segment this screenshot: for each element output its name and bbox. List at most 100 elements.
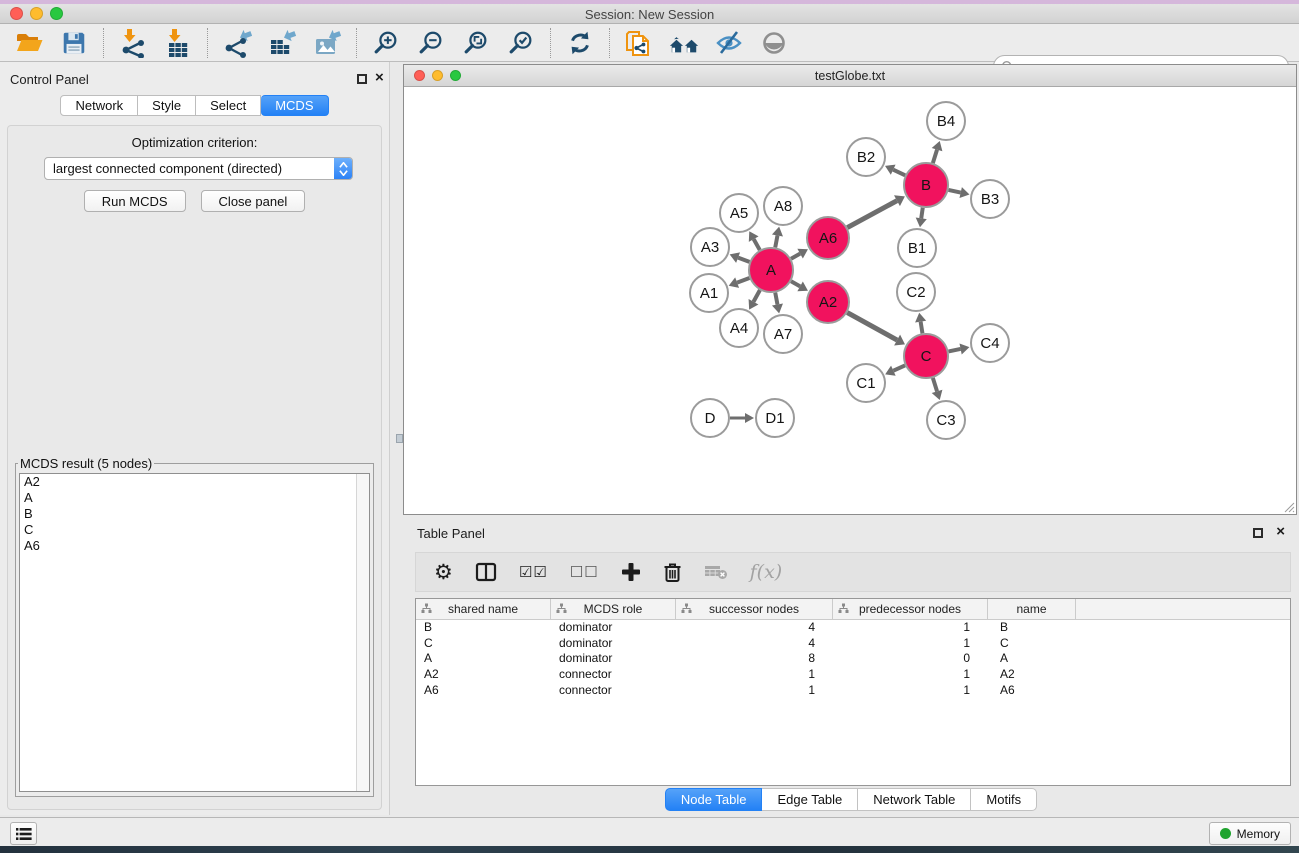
graph-edge-C-C1[interactable] — [885, 365, 905, 375]
network-window-titlebar[interactable]: testGlobe.txt — [404, 65, 1296, 87]
zoom-out-button[interactable] — [415, 27, 447, 59]
column-header-successor-nodes[interactable]: successor nodes — [676, 599, 833, 619]
import-network-button[interactable] — [117, 27, 149, 59]
graph-edge-D-D1[interactable] — [730, 413, 754, 423]
table-cell[interactable]: 4 — [676, 620, 833, 636]
table-cell[interactable]: A — [988, 651, 1076, 667]
table-cell[interactable]: 4 — [676, 636, 833, 652]
vertical-split-grip[interactable] — [396, 434, 403, 443]
graph-node-B2[interactable]: B2 — [847, 138, 885, 176]
table-cell[interactable]: dominator — [551, 651, 676, 667]
graph-edge-A-A2[interactable] — [791, 281, 808, 291]
close-table-panel-icon[interactable]: × — [1276, 523, 1285, 540]
graph-node-C2[interactable]: C2 — [897, 273, 935, 311]
graph-node-C1[interactable]: C1 — [847, 364, 885, 402]
export-table-button[interactable] — [266, 27, 298, 59]
zoom-in-button[interactable] — [370, 27, 402, 59]
graph-edge-A-A5[interactable] — [749, 231, 760, 250]
graph-edge-C-C2[interactable] — [915, 313, 926, 334]
graph-node-A5[interactable]: A5 — [720, 194, 758, 232]
graph-edge-B-B2[interactable] — [885, 165, 905, 176]
save-session-button[interactable] — [58, 27, 90, 59]
apply-function-button[interactable]: f(x) — [750, 559, 783, 585]
table-cell[interactable]: C — [416, 636, 551, 652]
resize-grip-icon[interactable] — [1281, 499, 1295, 513]
graph-node-A7[interactable]: A7 — [764, 315, 802, 353]
hide-graphics-details-button[interactable] — [713, 27, 745, 59]
graph-node-B4[interactable]: B4 — [927, 102, 965, 140]
graph-node-D1[interactable]: D1 — [756, 399, 794, 437]
graph-node-B1[interactable]: B1 — [898, 229, 936, 267]
table-cell[interactable]: dominator — [551, 620, 676, 636]
tab-select[interactable]: Select — [196, 95, 261, 116]
export-image-button[interactable] — [311, 27, 343, 59]
graph-node-A6[interactable]: A6 — [807, 217, 849, 259]
optimization-criterion-select[interactable]: largest connected component (directed) — [44, 157, 353, 180]
table-cell[interactable]: connector — [551, 683, 676, 699]
graph-node-C3[interactable]: C3 — [927, 401, 965, 439]
graph-node-A1[interactable]: A1 — [690, 274, 728, 312]
mcds-result-item[interactable]: A2 — [20, 474, 369, 490]
tab-style[interactable]: Style — [138, 95, 196, 116]
tab-mcds[interactable]: MCDS — [261, 95, 328, 116]
zoom-selected-button[interactable] — [505, 27, 537, 59]
table-cell[interactable]: dominator — [551, 636, 676, 652]
table-cell[interactable]: 1 — [833, 620, 988, 636]
column-header-predecessor-nodes[interactable]: predecessor nodes — [833, 599, 988, 619]
close-panel-button[interactable]: Close panel — [201, 190, 306, 212]
mcds-result-item[interactable]: C — [20, 522, 369, 538]
graph-edge-A-A1[interactable] — [729, 277, 750, 288]
table-cell[interactable]: A6 — [416, 683, 551, 699]
close-panel-icon[interactable]: × — [375, 69, 384, 86]
graph-edge-C-C4[interactable] — [949, 343, 970, 354]
graph-node-A8[interactable]: A8 — [764, 187, 802, 225]
column-header-name[interactable]: name — [988, 599, 1076, 619]
graph-node-C[interactable]: C — [904, 334, 948, 378]
mcds-result-item[interactable]: A — [20, 490, 369, 506]
graph-node-A[interactable]: A — [749, 248, 793, 292]
graph-edge-C-C3[interactable] — [932, 378, 943, 400]
mcds-result-item[interactable]: B — [20, 506, 369, 522]
scrollbar-track[interactable] — [356, 474, 369, 791]
home-button[interactable] — [668, 27, 700, 59]
column-header-shared-name[interactable]: shared name — [416, 599, 551, 619]
table-cell[interactable]: A2 — [988, 667, 1076, 683]
run-mcds-button[interactable]: Run MCDS — [84, 190, 186, 212]
table-cell[interactable]: 1 — [833, 667, 988, 683]
table-cell[interactable]: 0 — [833, 651, 988, 667]
column-header-mcds-role[interactable]: MCDS role — [551, 599, 676, 619]
show-column-panel-button[interactable] — [475, 559, 497, 585]
graph-edge-A2-C[interactable] — [847, 313, 905, 346]
refresh-layout-button[interactable] — [564, 27, 596, 59]
table-row[interactable]: A6connector11A6 — [416, 683, 1290, 699]
tab-motifs[interactable]: Motifs — [971, 788, 1037, 811]
graph-node-B3[interactable]: B3 — [971, 180, 1009, 218]
graph-edge-A-A4[interactable] — [749, 290, 760, 309]
zoom-fit-button[interactable] — [460, 27, 492, 59]
table-cell[interactable]: 1 — [676, 667, 833, 683]
show-graphics-details-button[interactable] — [758, 27, 790, 59]
graph-edge-B-B3[interactable] — [948, 187, 969, 198]
export-network-button[interactable] — [221, 27, 253, 59]
deselect-all-button[interactable]: ☐☐ — [570, 559, 599, 585]
tab-network[interactable]: Network — [60, 95, 138, 116]
graph-edge-B-B4[interactable] — [932, 141, 943, 163]
graph-edge-A-A6[interactable] — [791, 249, 808, 259]
new-column-button[interactable] — [621, 559, 641, 585]
table-row[interactable]: Adominator80A — [416, 651, 1290, 667]
graph-node-B[interactable]: B — [904, 163, 948, 207]
table-cell[interactable]: B — [988, 620, 1076, 636]
graph-edge-A-A7[interactable] — [772, 293, 783, 314]
table-cell[interactable]: connector — [551, 667, 676, 683]
graph-node-A2[interactable]: A2 — [807, 281, 849, 323]
table-row[interactable]: Cdominator41C — [416, 636, 1290, 652]
mcds-result-item[interactable]: A6 — [20, 538, 369, 554]
table-cell[interactable]: A6 — [988, 683, 1076, 699]
delete-table-button[interactable] — [704, 559, 728, 585]
float-table-panel-icon[interactable] — [1253, 528, 1263, 538]
graph-node-A3[interactable]: A3 — [691, 228, 729, 266]
graph-edge-A-A8[interactable] — [772, 227, 783, 248]
tab-edge-table[interactable]: Edge Table — [762, 788, 858, 811]
tab-node-table[interactable]: Node Table — [665, 788, 763, 811]
network-canvas[interactable]: AA1A2A3A4A5A6A7A8BB1B2B3B4CC1C2C3C4DD1 — [404, 87, 1296, 514]
